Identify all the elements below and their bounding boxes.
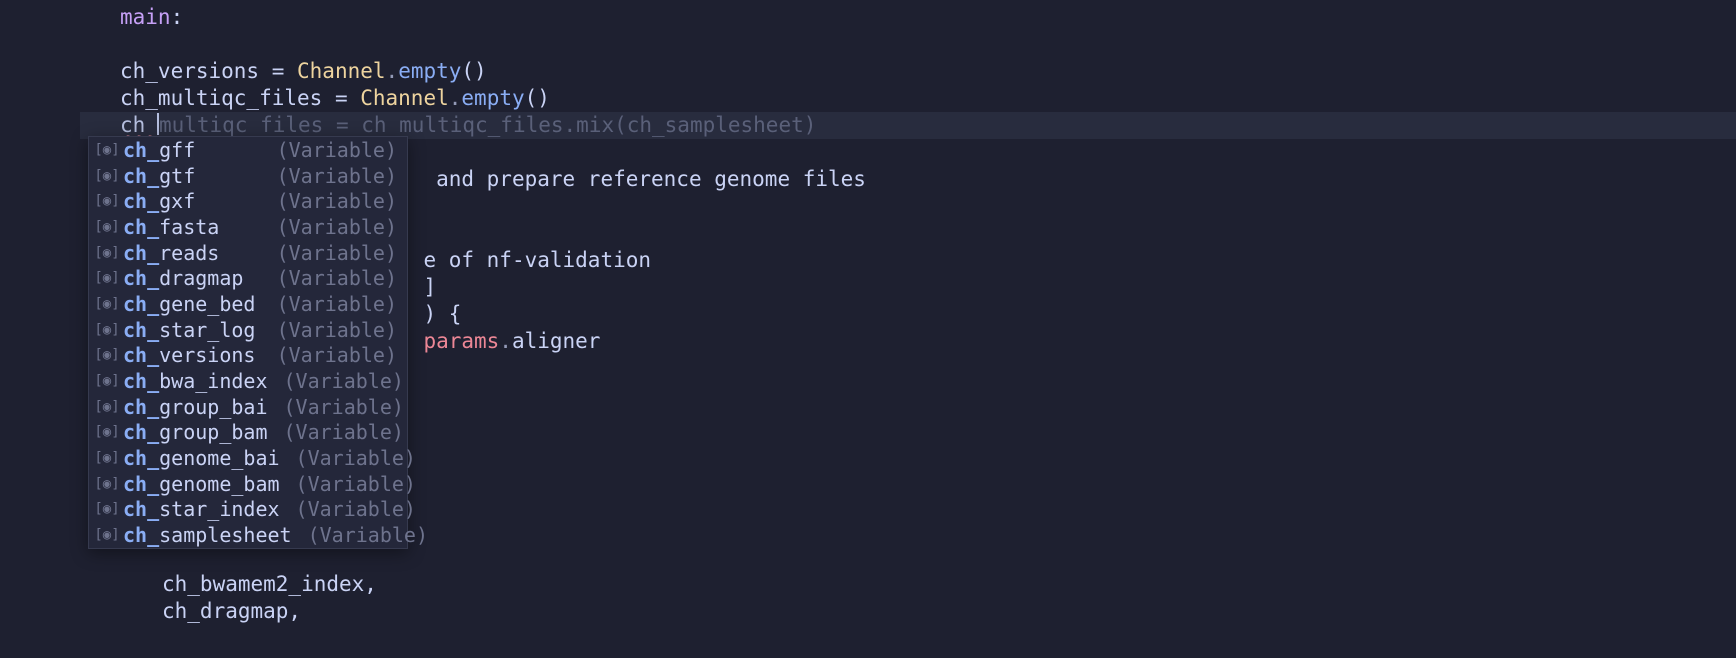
autocomplete-item-kind: (Variable) [261, 215, 397, 239]
autocomplete-item[interactable]: [◉] ch_group_bam(Variable) [89, 420, 407, 446]
variable-icon: [◉] [97, 219, 117, 235]
autocomplete-item-rest: star_index [159, 497, 279, 521]
autocomplete-item-match: ch_ [123, 446, 159, 470]
autocomplete-item[interactable]: [◉] ch_bwa_index(Variable) [89, 368, 407, 394]
code-line: ch_bwamem2_index, [0, 571, 1736, 598]
autocomplete-item[interactable]: [◉]ch_genome_bam(Variable) [89, 471, 407, 497]
autocomplete-item-match: ch_ [123, 420, 159, 444]
autocomplete-item-kind: (Variable) [261, 164, 397, 188]
autocomplete-item-match: ch_ [123, 189, 159, 213]
autocomplete-item-rest: gxf [159, 189, 195, 213]
autocomplete-item-match: ch_ [123, 343, 159, 367]
autocomplete-item[interactable]: [◉] ch_fasta (Variable) [89, 214, 407, 240]
autocomplete-item-kind: (Variable) [261, 241, 397, 265]
variable-icon: [◉] [97, 322, 117, 338]
autocomplete-item-kind: (Variable) [268, 369, 404, 393]
autocomplete-item-rest: gff [159, 138, 195, 162]
autocomplete-item-kind: (Variable) [261, 138, 397, 162]
autocomplete-item-match: ch_ [123, 241, 159, 265]
variable-icon: [◉] [97, 296, 117, 312]
autocomplete-item-kind: (Variable) [261, 343, 397, 367]
variable-icon: [◉] [97, 142, 117, 158]
autocomplete-item-kind: (Variable) [261, 266, 397, 290]
autocomplete-item-rest: group_bai [159, 395, 267, 419]
autocomplete-item[interactable]: [◉] ch_dragmap (Variable) [89, 265, 407, 291]
autocomplete-item[interactable]: [◉] ch_gtf (Variable) [89, 163, 407, 189]
variable-icon: [◉] [97, 245, 117, 261]
autocomplete-item[interactable]: [◉] ch_gxf (Variable) [89, 188, 407, 214]
autocomplete-item-kind: (Variable) [261, 292, 397, 316]
autocomplete-item-match: ch_ [123, 523, 159, 547]
code-line-blank [0, 31, 1736, 58]
variable-icon: [◉] [97, 450, 117, 466]
code-line: ch_versions = Channel.empty() [0, 58, 1736, 85]
autocomplete-item[interactable]: [◉] ch_gff (Variable) [89, 137, 407, 163]
autocomplete-item-match: ch_ [123, 292, 159, 316]
variable-icon: [◉] [97, 527, 117, 543]
autocomplete-item[interactable]: [◉] ch_star_log(Variable) [89, 317, 407, 343]
variable-icon: [◉] [97, 501, 117, 517]
autocomplete-item[interactable]: [◉] ch_reads (Variable) [89, 240, 407, 266]
variable-icon: [◉] [97, 193, 117, 209]
autocomplete-item-rest: dragmap [159, 266, 243, 290]
autocomplete-item-match: ch_ [123, 215, 159, 239]
variable-icon: [◉] [97, 476, 117, 492]
autocomplete-item-rest: genome_bai [159, 446, 279, 470]
autocomplete-popup[interactable]: [◉]ch_gff(Variable)[◉]ch_gtf(Variable)[◉… [88, 136, 408, 549]
variable-icon: [◉] [97, 168, 117, 184]
autocomplete-item-rest: versions [159, 343, 255, 367]
autocomplete-item-kind: (Variable) [268, 395, 404, 419]
code-line: ch_multiqc_files = Channel.empty() [0, 85, 1736, 112]
variable-icon: [◉] [97, 399, 117, 415]
autocomplete-item-rest: reads [159, 241, 219, 265]
autocomplete-item-kind: (Variable) [261, 318, 397, 342]
autocomplete-item-kind: (Variable) [280, 472, 416, 496]
autocomplete-item-rest: group_bam [159, 420, 267, 444]
autocomplete-item[interactable]: [◉] ch_versions(Variable) [89, 343, 407, 369]
autocomplete-item-rest: gene_bed [159, 292, 255, 316]
variable-icon: [◉] [97, 373, 117, 389]
current-line-highlight [80, 112, 1736, 139]
autocomplete-item-kind: (Variable) [261, 189, 397, 213]
variable-icon: [◉] [97, 347, 117, 363]
autocomplete-item[interactable]: [◉]ch_samplesheet(Variable) [89, 522, 407, 548]
autocomplete-item-match: ch_ [123, 266, 159, 290]
autocomplete-item-kind: (Variable) [280, 446, 416, 470]
autocomplete-item[interactable]: [◉]ch_genome_bai(Variable) [89, 445, 407, 471]
autocomplete-item-rest: fasta [159, 215, 219, 239]
autocomplete-item-match: ch_ [123, 164, 159, 188]
keyword-main: main [120, 5, 171, 29]
code-editor[interactable]: main: ch_versions = Channel.empty() ch_m… [0, 0, 1736, 658]
autocomplete-item[interactable]: [◉] ch_gene_bed(Variable) [89, 291, 407, 317]
autocomplete-item-rest: gtf [159, 164, 195, 188]
autocomplete-item-rest: star_log [159, 318, 255, 342]
autocomplete-item-match: ch_ [123, 497, 159, 521]
autocomplete-item-match: ch_ [123, 369, 159, 393]
autocomplete-item-rest: bwa_index [159, 369, 267, 393]
autocomplete-item-kind: (Variable) [280, 497, 416, 521]
autocomplete-item[interactable]: [◉] ch_group_bai(Variable) [89, 394, 407, 420]
code-line: main: [0, 4, 1736, 31]
autocomplete-item[interactable]: [◉]ch_star_index(Variable) [89, 497, 407, 523]
autocomplete-item-rest: samplesheet [159, 523, 291, 547]
autocomplete-item-match: ch_ [123, 318, 159, 342]
variable-icon: [◉] [97, 270, 117, 286]
autocomplete-item-kind: (Variable) [268, 420, 404, 444]
code-line: ch_dragmap, [0, 598, 1736, 625]
variable-icon: [◉] [97, 424, 117, 440]
autocomplete-item-kind: (Variable) [292, 523, 428, 547]
autocomplete-item-match: ch_ [123, 138, 159, 162]
autocomplete-item-match: ch_ [123, 395, 159, 419]
autocomplete-item-rest: genome_bam [159, 472, 279, 496]
autocomplete-item-match: ch_ [123, 472, 159, 496]
